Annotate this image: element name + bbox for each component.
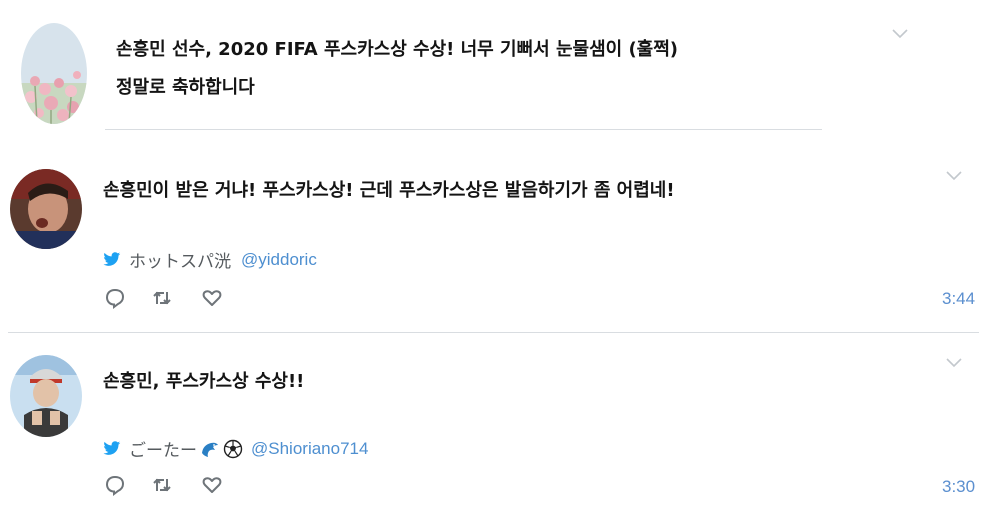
user-handle[interactable]: @yiddoric <box>241 250 317 270</box>
twitter-bird-icon <box>103 252 121 266</box>
avatar-person[interactable] <box>10 355 82 437</box>
divider <box>8 332 979 333</box>
heart-icon[interactable] <box>201 474 223 496</box>
avatar-flower[interactable] <box>21 23 87 124</box>
display-name[interactable]: ごーたー <box>129 436 197 461</box>
retweet-icon[interactable] <box>151 287 173 309</box>
tweet-text: 손흥민 선수, 2020 FIFA 푸스카스상 수상! 너무 기뻐서 눈물샘이 … <box>116 39 679 98</box>
display-name[interactable]: ホットスパ洸 <box>129 247 231 272</box>
tweet-time[interactable]: 3:30 <box>942 477 975 497</box>
reply-icon[interactable] <box>104 474 126 496</box>
retweet-icon[interactable] <box>151 474 173 496</box>
chevron-down-icon[interactable] <box>890 27 910 41</box>
heart-icon[interactable] <box>201 287 223 309</box>
divider <box>105 129 822 130</box>
chevron-down-icon[interactable] <box>944 169 964 183</box>
user-handle[interactable]: @Shioriano714 <box>251 439 368 459</box>
tweet-attribution: ホットスパ洸 @yiddoric <box>103 247 317 272</box>
tweet-text: 손흥민이 받은 거냐! 푸스카스상! 근데 푸스카스상은 발음하기가 좀 어렵네… <box>103 180 675 201</box>
twitter-bird-icon <box>103 441 121 455</box>
reply-icon[interactable] <box>104 287 126 309</box>
chevron-down-icon[interactable] <box>944 356 964 370</box>
dolphin-emoji-icon <box>202 442 218 457</box>
soccer-ball-emoji-icon <box>223 439 243 458</box>
avatar-player[interactable] <box>10 169 82 249</box>
tweet-time[interactable]: 3:44 <box>942 289 975 309</box>
tweet-text: 손흥민, 푸스카스상 수상!! <box>103 371 305 392</box>
tweet-attribution: ごーたー @Shioriano714 <box>103 436 368 461</box>
